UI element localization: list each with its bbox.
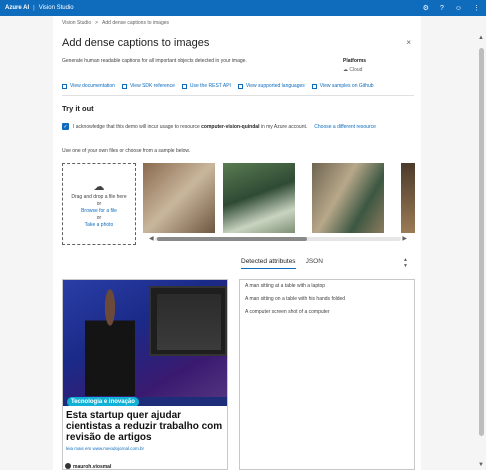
caption-item[interactable]: A man sitting on a table with his hands … xyxy=(245,296,409,302)
browse-file-link[interactable]: Browse for a file xyxy=(81,208,117,214)
drop-text: Drag and drop a file here xyxy=(71,194,127,200)
link-label: View supported languages xyxy=(245,83,305,89)
result-tabs: Detected attributes JSON xyxy=(241,258,323,269)
sample-image[interactable] xyxy=(143,163,215,233)
sample-image[interactable] xyxy=(223,163,295,233)
sample-image[interactable] xyxy=(401,163,415,233)
branch-icon xyxy=(311,83,317,89)
person-figure xyxy=(85,288,135,396)
cloud-upload-icon: ☁ xyxy=(93,181,105,193)
sample-gallery xyxy=(143,163,415,233)
more-icon[interactable]: ⋮ xyxy=(473,4,480,12)
help-icon[interactable]: ? xyxy=(440,5,444,12)
link-label: View samples on Github xyxy=(319,83,374,89)
cloud-icon: ☁ xyxy=(343,67,348,73)
view-supported-languages-link[interactable]: View supported languages xyxy=(237,83,305,89)
chevron-right-icon: > xyxy=(95,20,99,26)
photo xyxy=(63,280,227,397)
ack-suffix: in my Azure account. xyxy=(260,123,308,130)
choose-resource-link[interactable]: Choose a different resource xyxy=(314,124,376,130)
tab-json[interactable]: JSON xyxy=(306,258,323,269)
or-text: or xyxy=(96,201,102,207)
use-rest-api-link[interactable]: Use the REST API xyxy=(181,83,231,89)
article-author: mauroh.viosmal xyxy=(63,462,227,469)
gallery-scrollbar[interactable]: ◀ ▶ xyxy=(149,236,407,242)
acknowledge-checkbox[interactable]: ✓ xyxy=(62,123,69,130)
top-bar: Azure AI | Vision Studio ⚙ ? ☺ ⋮ xyxy=(0,0,486,16)
caption-item[interactable]: A computer screen shot of a computer xyxy=(245,309,409,315)
analyzed-image: Tecnologia e inovação Esta startup quer … xyxy=(62,279,228,470)
app-name[interactable]: Vision Studio xyxy=(39,5,74,11)
ack-text: I acknowledge that this demo will incur … xyxy=(73,123,200,130)
topbar-actions: ⚙ ? ☺ ⋮ xyxy=(423,4,486,13)
gear-icon[interactable]: ⚙ xyxy=(423,4,429,12)
try-it-heading: Try it out xyxy=(62,104,94,113)
captions-list: A man sitting at a table with a laptop A… xyxy=(239,279,415,470)
page-title: Add dense captions to images xyxy=(62,37,210,49)
brand-separator: | xyxy=(33,5,35,11)
document-icon xyxy=(237,83,243,89)
page-scrollbar[interactable]: ▲ ▼ xyxy=(477,34,486,470)
article-source: leia mais em www.meiodojornal.com.br xyxy=(66,446,145,451)
chevron-down-icon[interactable]: ▼ xyxy=(403,263,408,269)
code-icon xyxy=(181,83,187,89)
divider xyxy=(62,95,414,96)
document-icon xyxy=(62,83,67,89)
article-card: Esta startup quer ajudar cientistas a re… xyxy=(63,406,227,469)
smiley-icon[interactable]: ☺ xyxy=(455,5,462,12)
screen-figure xyxy=(149,286,227,356)
platforms-info: Platforms ☁ Cloud xyxy=(343,58,366,73)
view-samples-github-link[interactable]: View samples on Github xyxy=(311,83,374,89)
link-label: View SDK reference xyxy=(129,83,175,89)
choose-file-text: Use one of your own files or choose from… xyxy=(62,148,191,154)
sample-image[interactable] xyxy=(312,163,384,233)
page-description: Generate human readable captions for all… xyxy=(62,58,247,64)
link-label: View documentation xyxy=(70,83,115,89)
scroll-up-icon[interactable]: ▲ xyxy=(478,35,484,41)
tab-detected-attributes[interactable]: Detected attributes xyxy=(241,258,296,269)
caption-item[interactable]: A man sitting at a table with a laptop xyxy=(245,283,409,289)
main-panel: Vision Studio > Add dense captions to im… xyxy=(53,16,421,470)
view-documentation-link[interactable]: View documentation xyxy=(62,83,115,89)
scroll-down-icon[interactable]: ▼ xyxy=(478,462,484,468)
acknowledge-row: ✓ I acknowledge that this demo will incu… xyxy=(62,123,376,130)
document-icon xyxy=(121,83,127,89)
breadcrumb-root[interactable]: Vision Studio xyxy=(62,20,91,26)
article-headline: Esta startup quer ajudar cientistas a re… xyxy=(66,410,223,443)
platforms-value: ☁ Cloud xyxy=(343,67,366,73)
resource-links: View documentation View SDK reference Us… xyxy=(62,83,374,89)
resource-name: computer-vision-quindal xyxy=(201,123,260,130)
close-icon[interactable]: × xyxy=(406,38,411,47)
scroll-thumb[interactable] xyxy=(479,48,484,436)
breadcrumb-current: Add dense captions to images xyxy=(102,20,170,26)
scroll-right-icon[interactable]: ▶ xyxy=(402,235,407,242)
link-label: Use the REST API xyxy=(189,83,231,89)
scroll-left-icon[interactable]: ◀ xyxy=(149,235,154,242)
acknowledge-text: I acknowledge that this demo will incur … xyxy=(73,124,307,130)
take-photo-link[interactable]: Take a photo xyxy=(85,222,114,228)
file-drop-zone[interactable]: ☁ Drag and drop a file here or Browse fo… xyxy=(62,163,136,245)
platforms-value-text: Cloud xyxy=(349,67,363,73)
breadcrumb: Vision Studio > Add dense captions to im… xyxy=(62,20,169,26)
or-text: or xyxy=(96,215,102,221)
scroll-thumb[interactable] xyxy=(157,237,307,241)
tab-scroll-arrows: ▲ ▼ xyxy=(403,257,408,269)
platforms-label: Platforms xyxy=(343,58,367,64)
brand-label[interactable]: Azure AI xyxy=(0,5,29,11)
view-sdk-reference-link[interactable]: View SDK reference xyxy=(121,83,175,89)
